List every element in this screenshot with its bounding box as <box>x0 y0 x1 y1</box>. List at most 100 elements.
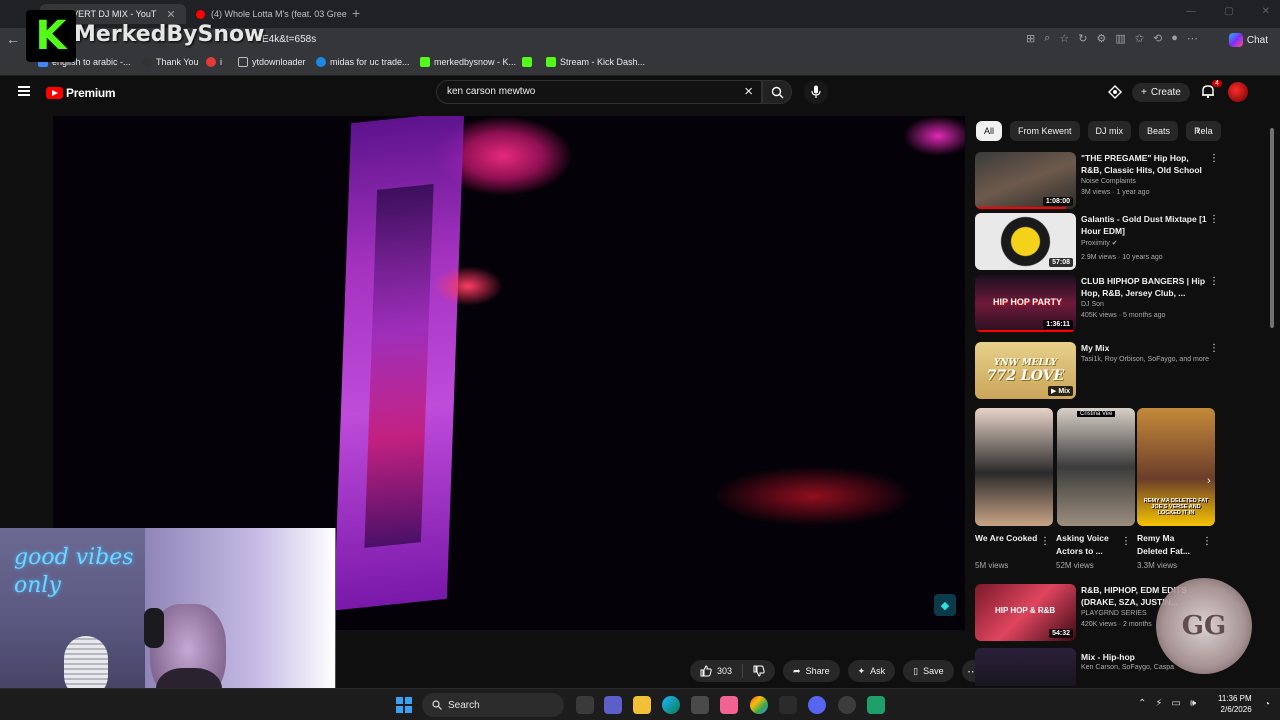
close-window-icon[interactable]: ✕ <box>1262 6 1270 17</box>
taskbar-search[interactable]: Search <box>422 693 564 717</box>
bookmark-kick[interactable] <box>522 57 532 67</box>
more-options-icon[interactable]: ⋮ <box>1209 154 1219 164</box>
zoom-icon[interactable]: ⌕ <box>1044 32 1050 45</box>
scrollbar-thumb[interactable] <box>1270 128 1274 328</box>
voice-search-button[interactable] <box>804 80 828 104</box>
account-avatar[interactable] <box>1227 82 1248 102</box>
extensions-icon[interactable]: ⚙ <box>1096 32 1106 45</box>
more-options-icon[interactable]: ⋮ <box>1202 536 1212 547</box>
video-thumbnail[interactable]: HIP HOP PARTY 1:36:11 <box>975 275 1076 332</box>
windows-start-icon[interactable] <box>396 697 412 713</box>
teams-icon[interactable] <box>604 696 622 714</box>
store-icon[interactable] <box>691 696 709 714</box>
bookmark-midas[interactable]: midas for uc trade... <box>316 57 410 67</box>
back-arrow-icon[interactable]: ← <box>6 31 20 47</box>
chrome-icon[interactable] <box>750 696 768 714</box>
bookmark-thank-you[interactable]: Thank You <box>142 57 199 67</box>
notification-center-icon[interactable]: ◔ <box>1264 699 1270 710</box>
search-input[interactable]: ken carson mewtwo × <box>436 80 762 104</box>
dislike-button[interactable] <box>743 665 775 677</box>
reader-icon[interactable]: ⊞ <box>1026 32 1035 45</box>
chevron-right-icon[interactable]: › <box>1196 123 1200 137</box>
short-thumbnail[interactable] <box>975 408 1053 526</box>
discord-icon[interactable] <box>808 696 826 714</box>
chip-beats[interactable]: Beats <box>1139 121 1179 141</box>
create-button[interactable]: + Create <box>1132 82 1190 102</box>
video-title[interactable]: Galantis - Gold Dust Mixtape [1 Hour EDM… <box>1081 213 1207 237</box>
clear-search-icon[interactable]: × <box>744 83 753 100</box>
short-thumbnail[interactable]: Cristina Vee <box>1057 408 1135 526</box>
more-options-icon[interactable]: ⋮ <box>1040 536 1050 547</box>
taskbar-clock[interactable]: 11:36 PM 2/6/2026 <box>1218 693 1252 715</box>
sidebar-scrollbar[interactable] <box>1268 116 1276 686</box>
favorites-icon[interactable]: ✩ <box>1135 32 1144 45</box>
more-options-icon[interactable]: ⋮ <box>1121 536 1131 547</box>
recommendation-item[interactable]: 1:08:00 "THE PREGAME" Hip Hop, R&B, Clas… <box>975 152 1220 210</box>
recommendation-item[interactable]: YNW MELLY 772 LOVE ▶ Mix My Mix Tasi1k, … <box>975 342 1220 400</box>
volume-icon[interactable]: 🕪 <box>1190 698 1196 709</box>
save-button[interactable]: ▯ Save <box>903 660 954 682</box>
maximize-icon[interactable]: ▢ <box>1224 6 1233 17</box>
app-icon[interactable] <box>779 696 797 714</box>
bookmark-i[interactable]: i <box>206 57 222 67</box>
more-options-icon[interactable]: ⋮ <box>1209 215 1219 225</box>
short-title[interactable]: Remy Ma Deleted Fat... <box>1137 532 1203 558</box>
more-menu-icon[interactable]: ⋯ <box>1187 32 1198 45</box>
new-tab-button[interactable]: + <box>352 5 360 21</box>
split-screen-icon[interactable]: ▥ <box>1115 32 1125 45</box>
network-icon[interactable]: ▭ <box>1171 698 1180 709</box>
like-button[interactable]: 303 <box>690 664 744 678</box>
file-explorer-icon[interactable] <box>633 696 651 714</box>
chevron-up-icon[interactable]: ⌃ <box>1138 698 1146 709</box>
history-icon[interactable]: ⟲ <box>1153 32 1162 45</box>
short-title[interactable]: Asking Voice Actors to ... <box>1056 532 1122 558</box>
share-button[interactable]: ➦ Share <box>783 660 840 682</box>
hamburger-menu-icon[interactable] <box>18 86 30 96</box>
favorite-star-icon[interactable]: ☆ <box>1059 32 1069 45</box>
video-title[interactable]: CLUB HIPHOP BANGERS | Hip Hop, R&B, Jers… <box>1081 275 1207 299</box>
recommendation-item[interactable]: 57:08 Galantis - Gold Dust Mixtape [1 Ho… <box>975 213 1220 271</box>
short-thumbnail[interactable]: REMY MA DELETED FAT JOE'S VERSE AND LOCK… <box>1137 408 1215 526</box>
more-options-icon[interactable]: ⋮ <box>1209 277 1219 287</box>
channel-name[interactable]: PLAYGRND SERIES <box>1081 610 1147 617</box>
close-tab-icon[interactable]: ✕ <box>166 8 175 21</box>
url-field[interactable]: E4k&t=658s <box>262 34 316 45</box>
bookmark-merkedbysnow[interactable]: merkedbysnow - K... <box>420 57 516 67</box>
short-title[interactable]: We Are Cooked <box>975 532 1041 545</box>
profile-icon[interactable]: ● <box>1171 32 1178 45</box>
app-icon[interactable] <box>720 696 738 714</box>
tab-whole-lotta[interactable]: (4) Whole Lotta M's (feat. 03 Gree ✕ <box>188 4 348 24</box>
channel-watermark-icon[interactable]: ◆ <box>934 594 956 616</box>
video-thumbnail[interactable]: YNW MELLY 772 LOVE ▶ Mix <box>975 342 1076 399</box>
more-options-icon[interactable]: ⋮ <box>1209 344 1219 354</box>
ask-button[interactable]: ✦ Ask <box>847 660 896 682</box>
channel-name[interactable]: Noise Complaints <box>1081 178 1136 185</box>
search-button[interactable] <box>762 80 792 104</box>
youtube-logo[interactable]: Premium <box>46 86 116 100</box>
bookmark-ytdownloader[interactable]: ytdownloader <box>238 57 306 67</box>
notepad-icon[interactable] <box>867 696 885 714</box>
video-title[interactable]: My Mix <box>1081 342 1207 354</box>
language-icon[interactable]: ⚡ <box>1155 698 1162 709</box>
chip-from-kewent[interactable]: From Kewent <box>1010 121 1080 141</box>
cast-icon[interactable] <box>1108 85 1122 99</box>
chip-dj-mix[interactable]: DJ mix <box>1087 121 1132 141</box>
channel-name[interactable]: DJ Son <box>1081 301 1104 308</box>
chip-related[interactable]: Rela <box>1186 121 1221 141</box>
task-view-icon[interactable] <box>576 696 594 714</box>
video-thumbnail[interactable] <box>975 648 1076 686</box>
video-title[interactable]: "THE PREGAME" Hip Hop, R&B, Classic Hits… <box>1081 152 1207 176</box>
edge-icon[interactable] <box>662 696 680 714</box>
channel-name[interactable]: Proximity ✔ <box>1081 239 1118 247</box>
minimize-icon[interactable]: — <box>1186 6 1196 17</box>
recommendation-item[interactable]: HIP HOP PARTY 1:36:11 CLUB HIPHOP BANGER… <box>975 275 1220 333</box>
copilot-chat-button[interactable]: Chat <box>1228 33 1268 47</box>
chevron-right-icon[interactable]: › <box>1207 475 1211 487</box>
chip-all[interactable]: All <box>976 121 1003 141</box>
refresh-icon[interactable]: ↻ <box>1078 32 1087 45</box>
video-thumbnail[interactable]: 1:08:00 <box>975 152 1076 209</box>
video-thumbnail[interactable]: HIP HOP & R&B 54:32 <box>975 584 1076 641</box>
video-thumbnail[interactable]: 57:08 <box>975 213 1076 270</box>
obs-icon[interactable] <box>838 696 856 714</box>
notifications-button[interactable]: 4 <box>1200 80 1222 101</box>
